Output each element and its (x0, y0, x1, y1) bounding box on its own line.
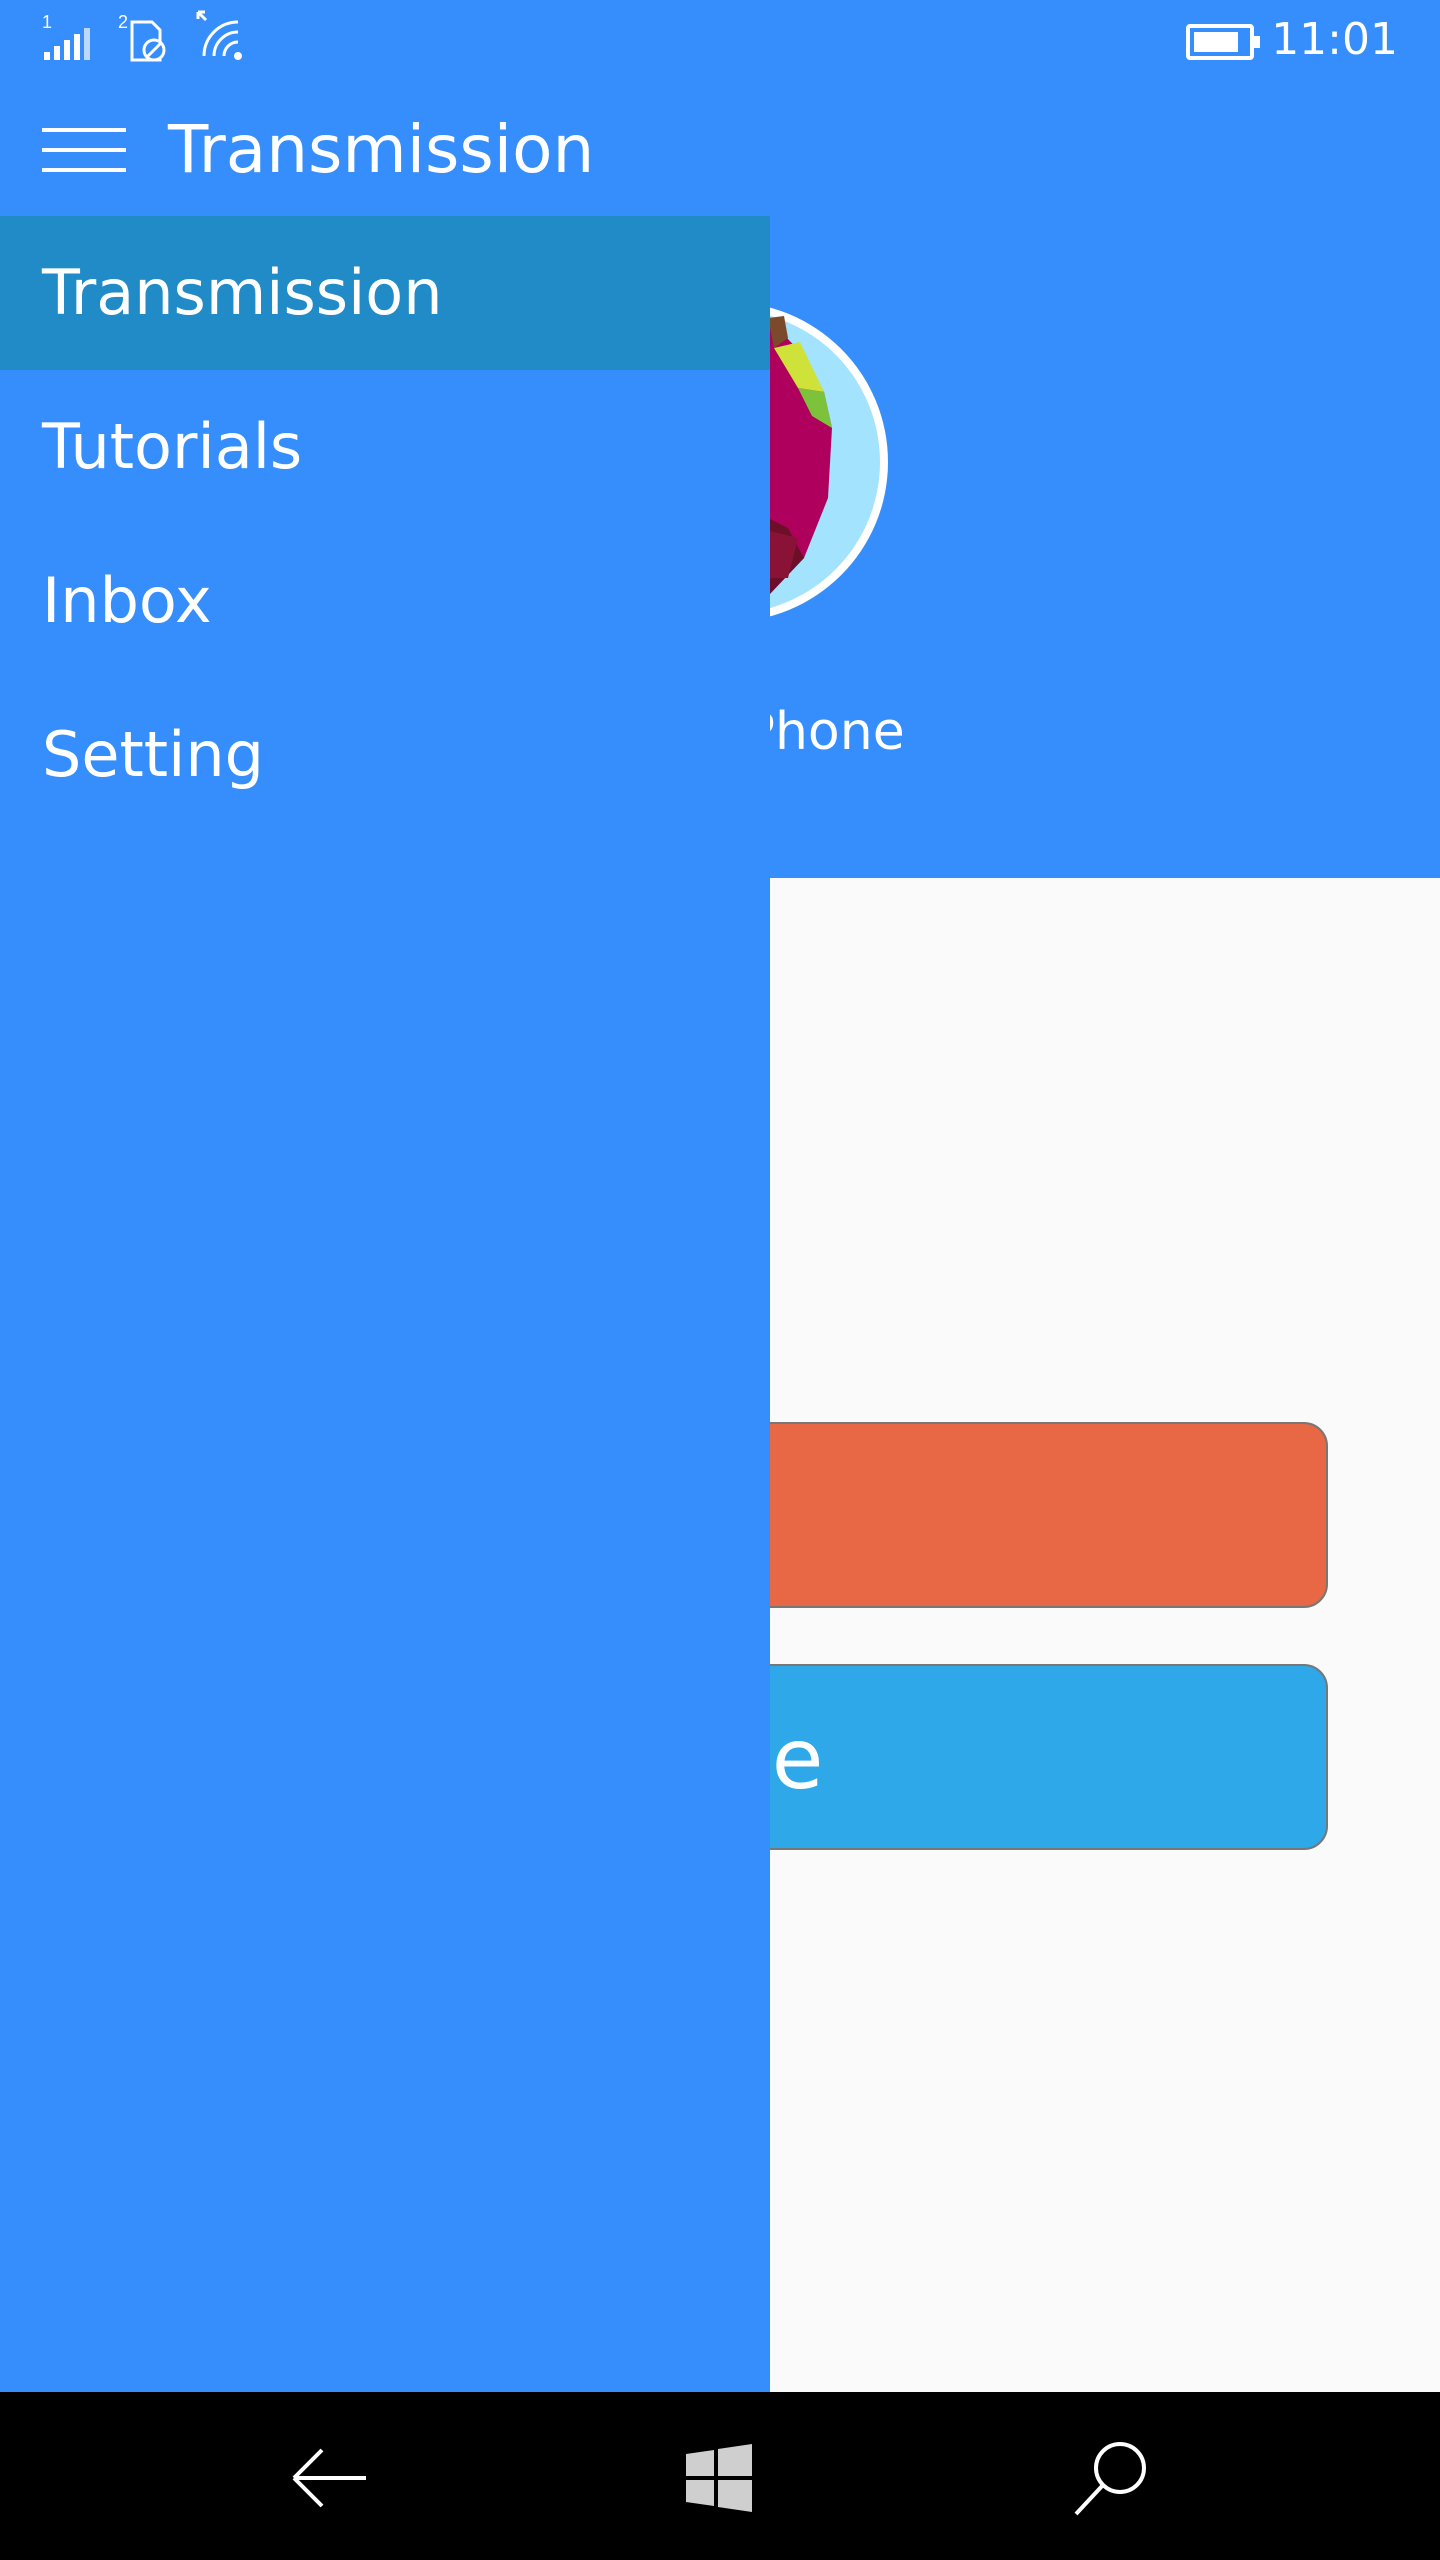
svg-text:1: 1 (42, 12, 52, 32)
status-bar: 1 2 11:01 (0, 0, 1440, 80)
drawer-item-label: Transmission (42, 256, 443, 329)
battery-icon (1186, 24, 1260, 60)
sim2-no-data-icon: 2 (118, 12, 166, 62)
navigation-drawer: Transmission Tutorials Inbox Setting (0, 216, 770, 2392)
drawer-item-transmission[interactable]: Transmission (0, 216, 770, 370)
drawer-item-label: Setting (42, 718, 264, 791)
drawer-item-label: Tutorials (42, 410, 303, 483)
drawer-item-tutorials[interactable]: Tutorials (0, 370, 770, 524)
signal-icon: 1 (42, 12, 90, 60)
drawer-item-inbox[interactable]: Inbox (0, 524, 770, 678)
app-title: Transmission (168, 111, 595, 188)
wifi-icon (196, 10, 242, 60)
drawer-item-setting[interactable]: Setting (0, 678, 770, 832)
drawer-item-label: Inbox (42, 564, 212, 637)
svg-text:2: 2 (118, 12, 128, 32)
system-nav-bar (0, 2392, 1440, 2560)
app-bar: Transmission (0, 80, 1440, 216)
status-time: 11:01 (1271, 14, 1398, 65)
windows-icon[interactable] (670, 2430, 766, 2526)
back-arrow-icon[interactable] (282, 2430, 378, 2526)
hamburger-icon[interactable] (42, 126, 126, 174)
search-icon[interactable] (1064, 2430, 1160, 2526)
